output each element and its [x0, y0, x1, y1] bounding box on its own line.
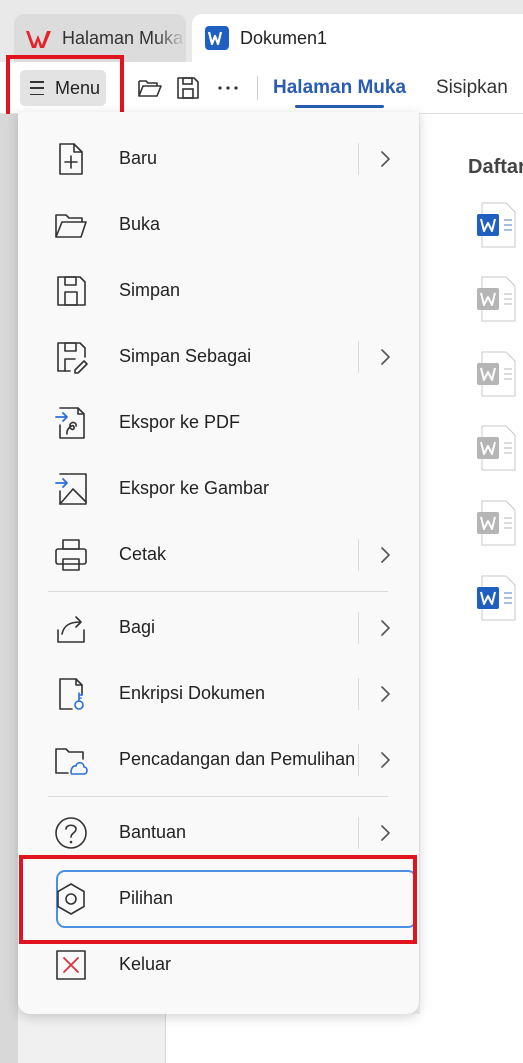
pilihan-highlight-box: [19, 855, 417, 944]
menu-item-enkripsi-dokumen[interactable]: Enkripsi Dokumen: [36, 663, 418, 725]
menu-item-label: Keluar: [119, 954, 172, 974]
menu-item-cetak[interactable]: Cetak: [36, 524, 418, 586]
more-icon[interactable]: [215, 75, 241, 101]
ribbon-tab-halaman-muka[interactable]: Halaman Muka: [273, 77, 406, 108]
menu-item-label: Baru: [119, 148, 158, 168]
document-canvas-edge: [165, 1014, 523, 1063]
menu-item-label: Pencadangan dan Pemulihan: [119, 749, 356, 769]
tab-dokumen1[interactable]: Dokumen1: [192, 14, 523, 62]
menu-item-label: Cetak: [119, 544, 167, 564]
submenu-separator: [358, 744, 359, 776]
printer-icon: [55, 539, 87, 571]
menu-item-simpan[interactable]: Simpan: [36, 260, 418, 322]
menu-item-label: Bantuan: [119, 822, 187, 842]
wps-logo-icon: [26, 31, 51, 48]
backup-cloud-icon: [55, 748, 88, 775]
menu-item-ekspor-ke-pdf[interactable]: Ekspor ke PDF: [36, 392, 418, 454]
menu-divider: [48, 591, 388, 592]
menu-item-simpan-sebagai[interactable]: Simpan Sebagai: [36, 326, 418, 388]
menu-item-buka[interactable]: Buka: [36, 194, 418, 256]
menu-item-label: Simpan Sebagai: [119, 346, 252, 366]
chevron-right-icon[interactable]: [379, 348, 393, 366]
word-doc-grey-icon[interactable]: [476, 351, 516, 397]
export-pdf-icon: [55, 407, 85, 439]
export-image-icon: [55, 473, 87, 505]
background-strip: [0, 114, 18, 1063]
submenu-separator: [358, 678, 359, 710]
save-as-icon: [57, 342, 88, 374]
menu-item-label: Buka: [119, 214, 161, 234]
chevron-right-icon[interactable]: [379, 150, 393, 168]
save-icon[interactable]: [175, 75, 201, 101]
chevron-right-icon[interactable]: [379, 546, 393, 564]
submenu-separator: [358, 612, 359, 644]
menu-item-baru[interactable]: Baru: [36, 128, 418, 190]
menu-item-ekspor-ke-gambar[interactable]: Ekspor ke Gambar: [36, 458, 418, 520]
word-doc-grey-icon[interactable]: [476, 500, 516, 546]
encrypt-document-icon: [59, 678, 84, 710]
home-content: Daftar: [420, 114, 523, 1014]
menu-item-label: Bagi: [119, 617, 156, 637]
submenu-separator: [358, 539, 359, 571]
toolbar-divider: [257, 76, 258, 100]
new-document-icon: [59, 143, 83, 175]
chevron-right-icon[interactable]: [379, 824, 393, 842]
menu-item-label: Ekspor ke PDF: [119, 412, 241, 432]
menu-item-bagi[interactable]: Bagi: [36, 597, 418, 659]
chevron-right-icon[interactable]: [379, 751, 393, 769]
word-doc-icon[interactable]: [476, 202, 516, 248]
ribbon-tab-sisipkan[interactable]: Sisipkan: [436, 77, 508, 99]
chevron-right-icon[interactable]: [379, 619, 393, 637]
menu-divider: [48, 796, 388, 797]
word-doc-icon: [205, 26, 229, 50]
save-icon: [57, 276, 86, 306]
tab-bar: Halaman Muka Dokumen1: [0, 0, 523, 62]
chevron-right-icon[interactable]: [379, 685, 393, 703]
word-doc-grey-icon[interactable]: [476, 425, 516, 471]
tab-label: Dokumen1: [240, 27, 328, 48]
word-doc-icon[interactable]: [476, 575, 516, 621]
exit-icon: [56, 950, 86, 980]
open-folder-icon[interactable]: [137, 75, 163, 101]
submenu-separator: [358, 341, 359, 373]
document-list-title: Daftar: [468, 156, 523, 178]
menu-item-pencadangan-dan-pemulihan[interactable]: Pencadangan dan Pemulihan: [36, 729, 418, 791]
menu-item-label: Ekspor ke Gambar: [119, 478, 270, 498]
submenu-separator: [358, 143, 359, 175]
word-doc-grey-icon[interactable]: [476, 276, 516, 322]
share-icon: [57, 616, 85, 643]
menu-item-label: Enkripsi Dokumen: [119, 683, 266, 703]
menu-item-label: Simpan: [119, 280, 181, 300]
open-folder-icon: [55, 214, 87, 238]
help-icon: [55, 817, 87, 849]
submenu-separator: [358, 817, 359, 849]
